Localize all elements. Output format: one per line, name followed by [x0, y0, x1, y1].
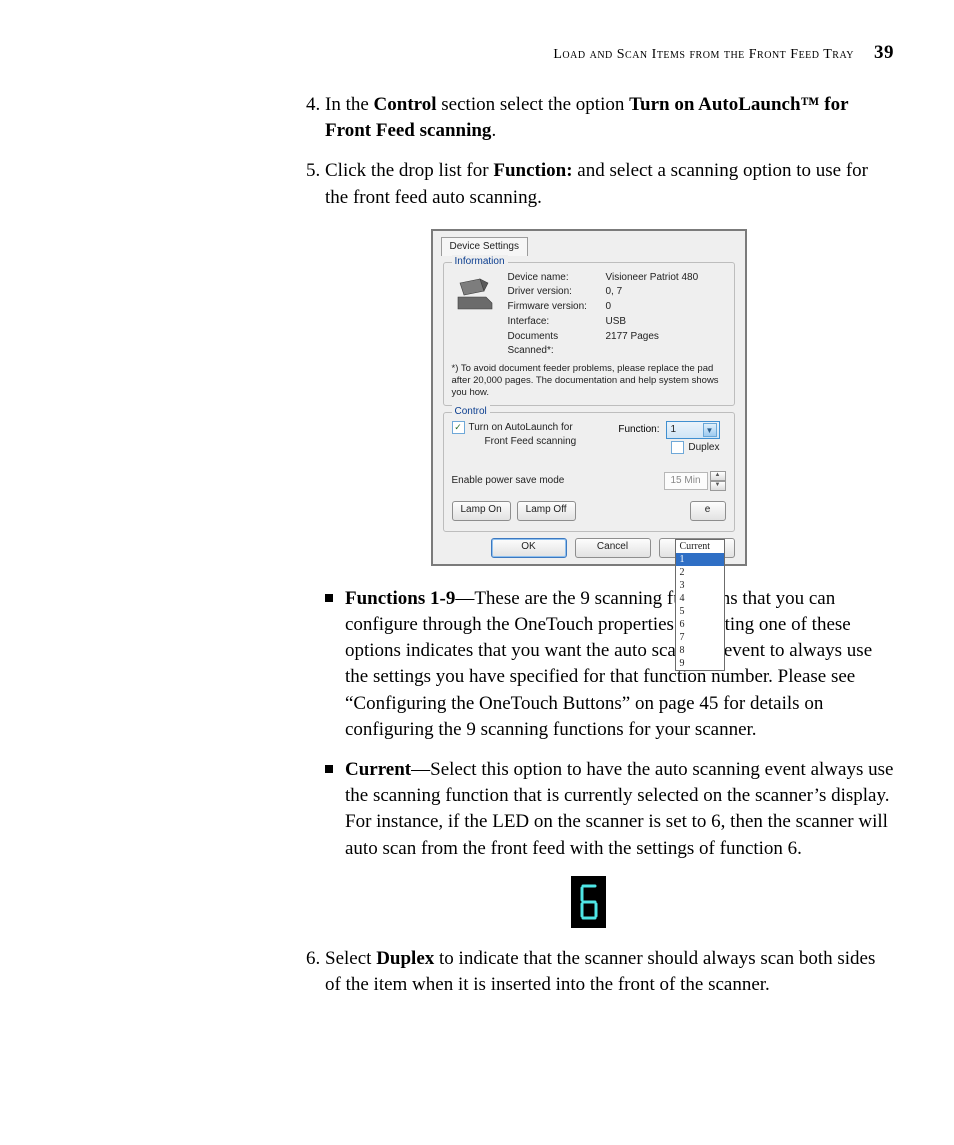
option-4[interactable]: 4: [676, 592, 724, 605]
header-title: Load and Scan Items from the Front Feed …: [553, 47, 854, 62]
led-display-icon: [571, 876, 606, 928]
option-current[interactable]: Current: [676, 540, 724, 553]
function-dropdown-list[interactable]: Current 1 2 3 4 5 6 7 8 9: [675, 539, 725, 671]
power-save-spinner[interactable]: 15 Min ▲▼: [664, 471, 726, 491]
lamp-off-button[interactable]: Lamp Off: [517, 501, 576, 521]
info-table: Device name:Visioneer Patriot 480 Driver…: [508, 271, 699, 358]
option-7[interactable]: 7: [676, 631, 724, 644]
duplex-checkbox[interactable]: ✓: [671, 441, 684, 454]
option-1[interactable]: 1: [676, 553, 724, 566]
function-label: Function:: [618, 423, 659, 437]
power-save-label: Enable power save mode: [452, 474, 565, 488]
step-4: In the Control section select the option…: [325, 92, 894, 144]
option-9[interactable]: 9: [676, 657, 724, 670]
ok-button[interactable]: OK: [491, 538, 567, 558]
spin-down-icon[interactable]: ▼: [710, 481, 726, 491]
step-6: Select Duplex to indicate that the scann…: [325, 946, 894, 998]
tab-device-settings[interactable]: Device Settings: [441, 237, 528, 256]
option-3[interactable]: 3: [676, 579, 724, 592]
cancel-button[interactable]: Cancel: [575, 538, 651, 558]
option-8[interactable]: 8: [676, 644, 724, 657]
function-dropdown[interactable]: 1 ▼: [666, 421, 720, 439]
chevron-down-icon: ▼: [703, 423, 717, 437]
info-footnote: *) To avoid document feeder problems, pl…: [452, 363, 726, 399]
page-number: 39: [874, 42, 894, 63]
running-header: Load and Scan Items from the Front Feed …: [0, 42, 894, 64]
control-group: Control ✓ Turn on AutoLaunch for Front F…: [443, 412, 735, 532]
device-settings-dialog: Device Settings Information Device name:…: [431, 229, 747, 566]
information-group: Information Device name:Visioneer Patrio…: [443, 262, 735, 406]
autolaunch-checkbox[interactable]: ✓: [452, 421, 465, 434]
step-5: Click the drop list for Function: and se…: [325, 158, 894, 210]
option-6[interactable]: 6: [676, 618, 724, 631]
option-2[interactable]: 2: [676, 566, 724, 579]
bullet-functions-1-9: Functions 1-9—These are the 9 scanning f…: [345, 586, 894, 743]
spin-up-icon[interactable]: ▲: [710, 471, 726, 481]
lamp-on-button[interactable]: Lamp On: [452, 501, 511, 521]
scanner-icon: [452, 273, 498, 313]
option-5[interactable]: 5: [676, 605, 724, 618]
restore-button[interactable]: e: [690, 501, 726, 521]
bullet-current: Current—Select this option to have the a…: [345, 757, 894, 862]
